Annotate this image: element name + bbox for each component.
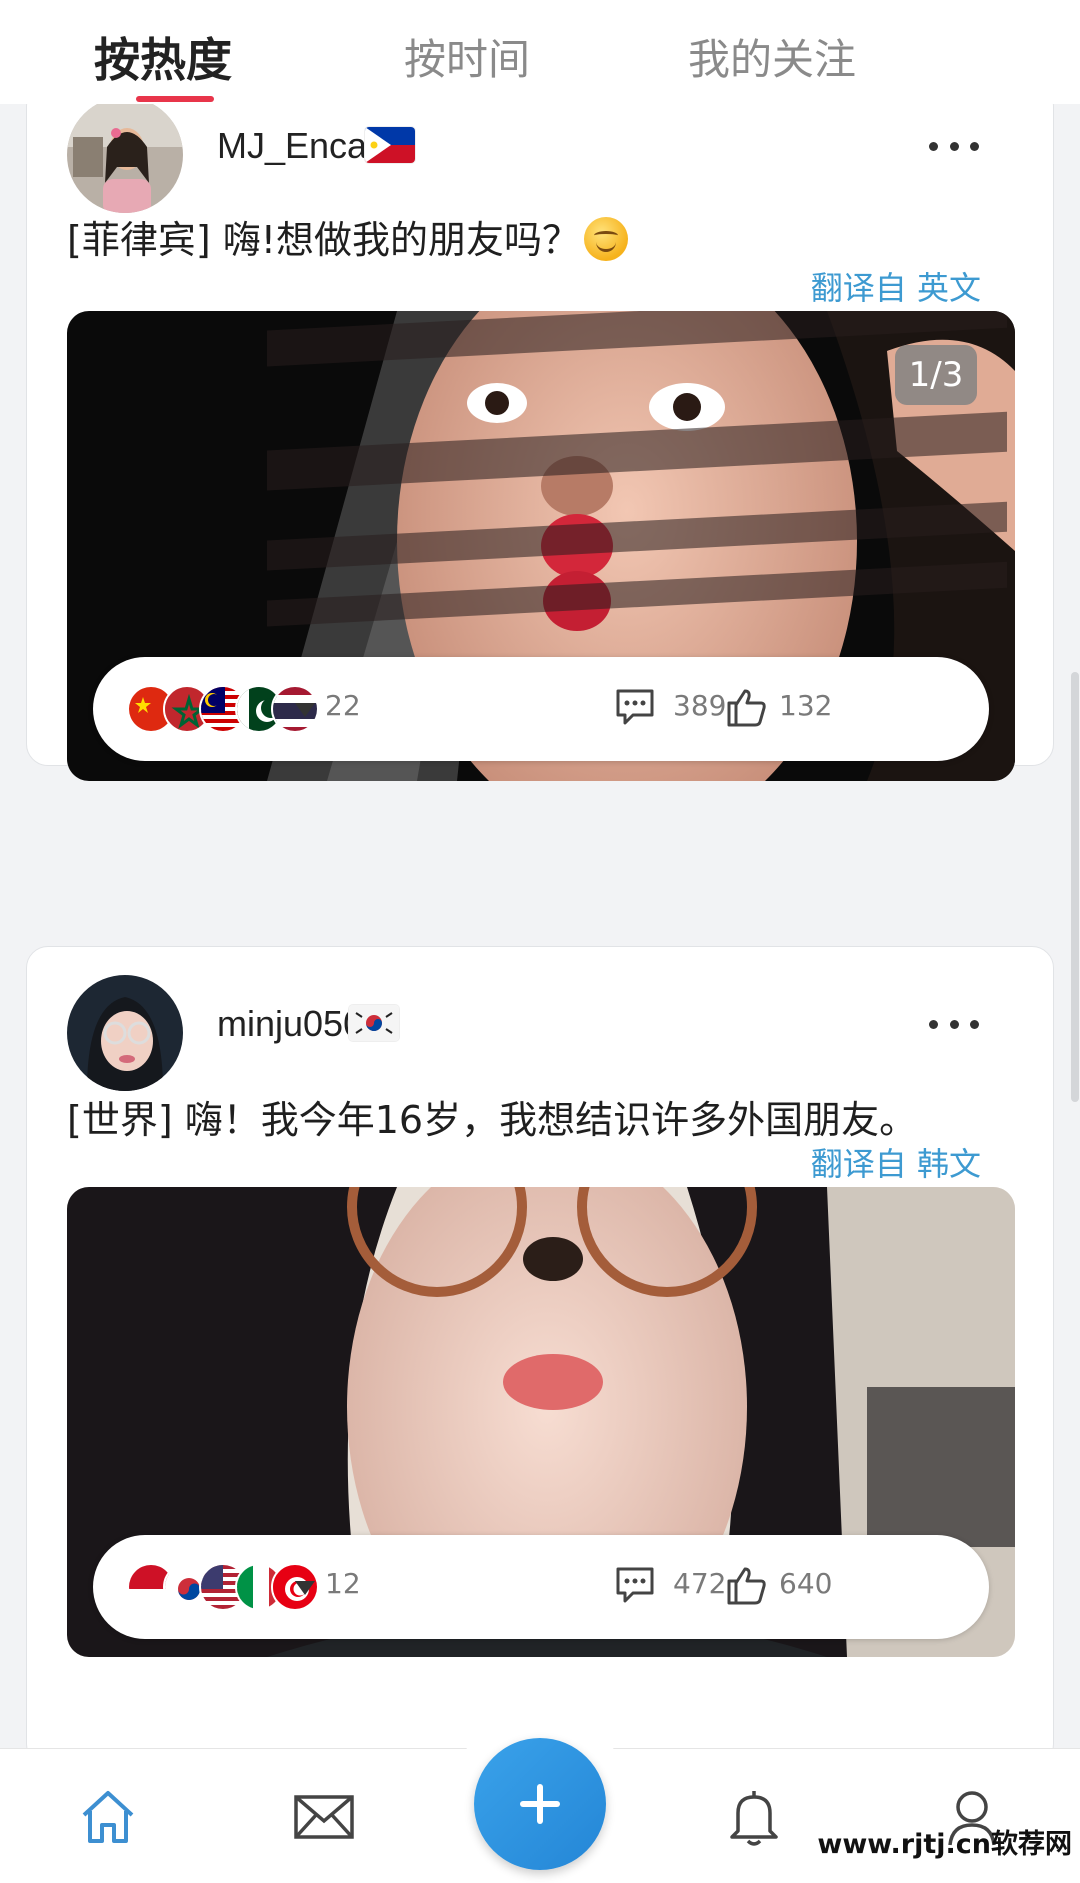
tab-hot[interactable]: 按热度 [94,30,232,90]
app-screen: 按热度 按时间 我的关注 MJ_Encabo [菲律宾] 嗨!想做我的朋友吗？ … [0,0,1080,1883]
more-options-icon[interactable] [929,1017,979,1031]
flag-count: 22 [325,689,361,722]
comment-count: 472 [673,1567,727,1600]
smiling-face-emoji-icon [583,217,628,261]
post-card: minju0501 [世界] 嗨！我今年16岁，我想结识许多外国朋友。 翻译自 … [26,946,1054,1766]
feed-tabs: 按热度 按时间 我的关注 [0,0,1080,104]
comment-count: 389 [673,689,727,722]
tab-following[interactable]: 我的关注 [688,30,856,90]
reaction-bar: 22 389 132 [93,657,989,761]
reaction-bar: 12 472 640 [93,1535,989,1639]
thumbs-up-icon[interactable] [725,685,769,729]
like-count: 132 [779,689,833,722]
flag-count: 12 [325,1567,361,1600]
active-tab-indicator [136,96,214,102]
reaction-flags[interactable] [127,685,319,733]
scrollbar[interactable] [1071,672,1079,1102]
comment-icon[interactable] [613,1563,657,1607]
comment-icon[interactable] [613,685,657,729]
post-text: [菲律宾] 嗨!想做我的朋友吗？ [67,209,1013,264]
add-post-button[interactable] [474,1738,606,1870]
thumbs-up-icon[interactable] [725,1563,769,1607]
post-card: MJ_Encabo [菲律宾] 嗨!想做我的朋友吗？ 翻译自 英文 1/3 22… [26,84,1054,781]
watermark-text: www.rjtj.cn软荐网 [817,1829,1072,1860]
philippines-flag-icon [365,127,415,163]
avatar[interactable] [67,975,183,1091]
photo-counter: 1/3 [895,345,977,405]
more-options-icon[interactable] [929,139,979,153]
bell-icon[interactable] [722,1785,786,1849]
translate-link[interactable]: 翻译自 韩文 [811,1139,981,1185]
post-text: [世界] 嗨！我今年16岁，我想结识许多外国朋友。 [67,1098,918,1142]
chevron-down-icon[interactable] [295,1581,315,1595]
home-icon[interactable] [76,1785,140,1849]
chevron-down-icon[interactable] [295,703,315,717]
mail-icon[interactable] [292,1785,356,1849]
south-korea-flag-icon [349,1005,399,1041]
translate-link[interactable]: 翻译自 英文 [811,263,981,309]
reaction-flags[interactable] [127,1563,319,1611]
avatar[interactable] [67,97,183,213]
like-count: 640 [779,1567,833,1600]
tab-time[interactable]: 按时间 [404,30,530,90]
